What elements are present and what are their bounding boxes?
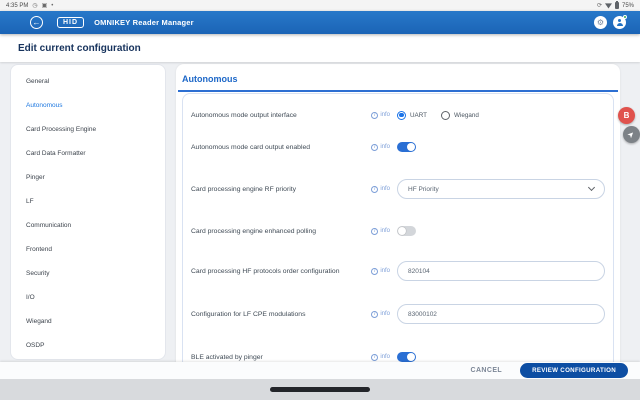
sidebar-item-io[interactable]: Security [11, 261, 165, 285]
action-bar: CANCEL REVIEW CONFIGURATION [0, 362, 640, 379]
info-chip[interactable]: i info [371, 112, 390, 119]
sidebar: General Autonomous Card Processing Engin… [10, 64, 166, 360]
setting-label: Card processing engine RF priority [191, 186, 371, 193]
info-icon: i [371, 186, 378, 193]
overflow-dot-icon: • [51, 3, 53, 9]
screenshot-icon: ▣ [42, 3, 48, 9]
info-icon: i [371, 311, 378, 318]
hf-protocols-order-input[interactable] [397, 261, 605, 281]
cancel-button[interactable]: CANCEL [471, 367, 503, 374]
settings-card: Autonomous mode output interface i info … [182, 93, 614, 369]
radio-selected-icon [397, 111, 406, 120]
output-interface-radio-group: UART Wiegand [397, 111, 479, 120]
setting-row-hf-protocols-order: Card processing HF protocols order confi… [191, 256, 607, 286]
sidebar-item-general[interactable]: General [11, 69, 165, 93]
gear-icon: ⚙ [597, 19, 604, 27]
online-status-dot [623, 15, 627, 19]
back-button[interactable]: ← [30, 16, 43, 29]
sidebar-item-card-data-formatter[interactable]: Card Data Formatter [11, 141, 165, 165]
info-icon: i [371, 144, 378, 151]
person-icon [616, 19, 623, 26]
ble-activated-toggle[interactable] [397, 352, 416, 362]
setting-label: Card processing engine enhanced polling [191, 228, 371, 235]
navigation-arrow-icon: ➤ [626, 129, 636, 139]
chevron-down-icon [588, 184, 595, 191]
setting-row-output-interface: Autonomous mode output interface i info … [191, 100, 607, 130]
gesture-bar[interactable] [270, 387, 370, 392]
rf-priority-select[interactable]: HF Priority [397, 179, 605, 199]
radio-option-wiegand[interactable]: Wiegand [441, 111, 479, 120]
floating-bubble[interactable]: B [618, 107, 635, 124]
battery-percent: 75% [622, 3, 634, 9]
setting-label: Autonomous mode output interface [191, 112, 371, 119]
main-panel: Autonomous Autonomous mode output interf… [176, 64, 620, 374]
info-icon: i [371, 228, 378, 235]
setting-row-lf-cpe-modulations: Configuration for LF CPE modulations i i… [191, 299, 607, 329]
page-header: Edit current configuration [0, 34, 640, 62]
info-icon: i [371, 354, 378, 361]
sidebar-item-card-processing-engine[interactable]: Card Processing Engine [11, 117, 165, 141]
sidebar-item-osdp[interactable]: OSDP [11, 333, 165, 357]
system-nav-area [0, 379, 640, 400]
sidebar-item-wiegand[interactable]: Wiegand [11, 309, 165, 333]
setting-label: BLE activated by pinger [191, 354, 371, 361]
setting-row-card-output-enabled: Autonomous mode card output enabled i in… [191, 132, 607, 162]
info-icon: i [371, 268, 378, 275]
settings-button[interactable]: ⚙ [594, 16, 607, 29]
info-chip[interactable]: i info [371, 228, 390, 235]
wifi-icon [605, 3, 612, 9]
setting-row-rf-priority: Card processing engine RF priority i inf… [191, 174, 607, 204]
setting-label: Card processing HF protocols order confi… [191, 268, 371, 275]
card-output-toggle[interactable] [397, 142, 416, 152]
info-chip[interactable]: i info [371, 186, 390, 193]
section-heading: Autonomous [176, 64, 620, 90]
back-arrow-icon: ← [33, 19, 41, 27]
page-title: Edit current configuration [18, 43, 141, 54]
clock: 4:35 PM [6, 3, 28, 9]
info-chip[interactable]: i info [371, 144, 390, 151]
setting-label: Autonomous mode card output enabled [191, 144, 371, 151]
radio-option-uart[interactable]: UART [397, 111, 427, 120]
bubble-arrow-button[interactable]: ➤ [623, 126, 640, 143]
heading-divider [178, 90, 618, 92]
sidebar-item-frontend[interactable]: Frontend [11, 237, 165, 261]
account-button[interactable] [613, 16, 626, 29]
radio-unselected-icon [441, 111, 450, 120]
enhanced-polling-toggle[interactable] [397, 226, 416, 236]
setting-label: Configuration for LF CPE modulations [191, 311, 371, 318]
hid-logo: HID [57, 17, 84, 28]
rf-priority-value: HF Priority [408, 186, 439, 193]
sync-icon: ⟳ [597, 3, 602, 9]
notification-icon: ◷ [32, 3, 37, 9]
status-bar: 4:35 PM ◷ ▣ • ⟳ 75% [0, 0, 640, 11]
app-title: OMNIKEY Reader Manager [94, 18, 194, 27]
battery-icon [615, 2, 619, 9]
info-chip[interactable]: i info [371, 311, 390, 318]
info-icon: i [371, 112, 378, 119]
lf-cpe-modulations-input[interactable] [397, 304, 605, 324]
app-bar: ← HID OMNIKEY Reader Manager ⚙ [0, 11, 640, 34]
info-chip[interactable]: i info [371, 354, 390, 361]
sidebar-item-lf[interactable]: LF [11, 189, 165, 213]
review-configuration-button[interactable]: REVIEW CONFIGURATION [520, 363, 628, 378]
sidebar-item-pinger[interactable]: Pinger [11, 165, 165, 189]
setting-row-enhanced-polling: Card processing engine enhanced polling … [191, 216, 607, 246]
sidebar-item-autonomous[interactable]: Autonomous [11, 93, 165, 117]
sidebar-item-security[interactable]: I/O [11, 285, 165, 309]
sidebar-item-communication[interactable]: Communication [11, 213, 165, 237]
info-chip[interactable]: i info [371, 268, 390, 275]
